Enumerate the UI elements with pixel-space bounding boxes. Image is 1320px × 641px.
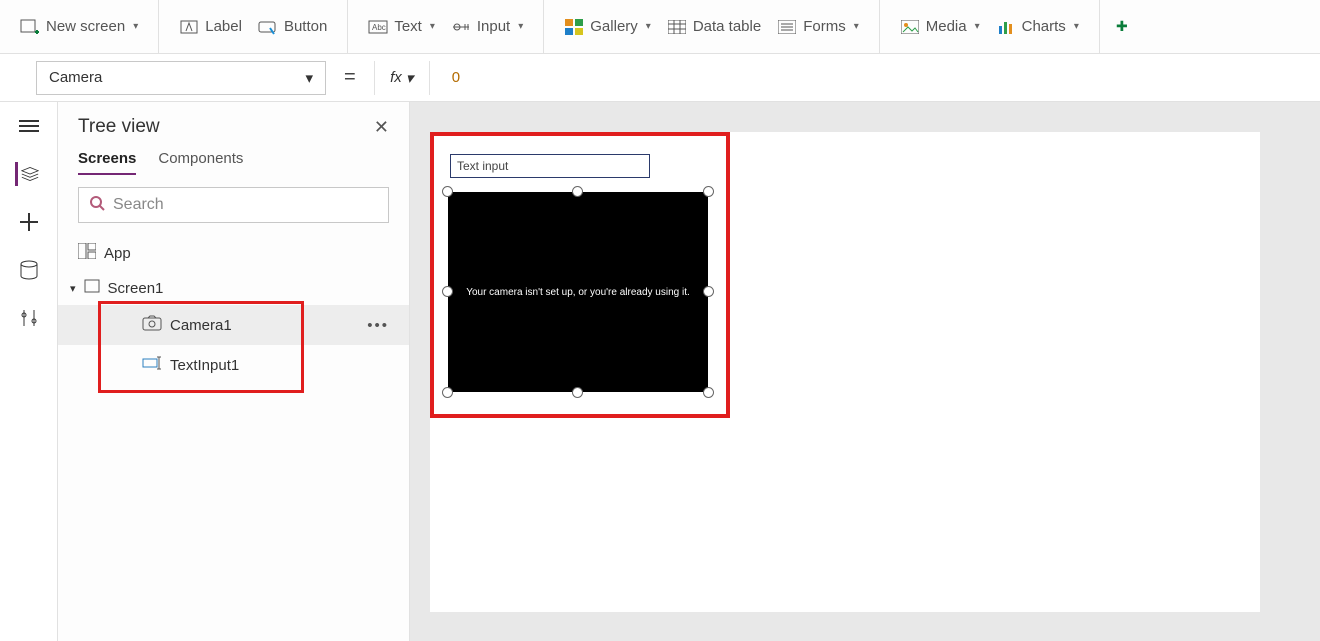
resize-handle[interactable] xyxy=(703,387,714,398)
data-table-label: Data table xyxy=(693,18,761,35)
input-icon xyxy=(451,18,471,36)
charts-label: Charts xyxy=(1022,18,1066,35)
camera-message: Your camera isn't set up, or you're alre… xyxy=(466,287,690,298)
text-input-icon xyxy=(142,356,162,374)
property-selector[interactable]: Camera ▾ xyxy=(36,61,326,95)
chevron-down-icon: ▾ xyxy=(854,21,859,32)
resize-handle[interactable] xyxy=(572,387,583,398)
app-icon xyxy=(78,243,96,263)
media-icon xyxy=(900,18,920,36)
input-dropdown[interactable]: Input ▾ xyxy=(443,14,531,40)
label-icon xyxy=(179,18,199,36)
insert-icon[interactable] xyxy=(17,210,41,234)
tree-item-app[interactable]: App xyxy=(58,235,409,271)
gallery-icon xyxy=(564,18,584,36)
tree-item-label: TextInput1 xyxy=(170,357,239,374)
tree-item-screen1[interactable]: ▾ Screen1 xyxy=(58,271,409,305)
charts-dropdown[interactable]: Charts ▾ xyxy=(988,14,1087,40)
tools-icon[interactable] xyxy=(17,306,41,330)
label-button[interactable]: Label xyxy=(171,14,250,40)
chevron-down-icon: ▾ xyxy=(133,21,138,32)
tree-search-input[interactable]: Search xyxy=(78,187,389,223)
tree-item-camera1[interactable]: Camera1 ••• xyxy=(58,305,409,345)
formula-bar: Camera ▾ = fx ▾ 0 xyxy=(0,54,1320,102)
gallery-label: Gallery xyxy=(590,18,638,35)
tree-item-textinput1[interactable]: TextInput1 xyxy=(58,345,409,385)
camera-icon xyxy=(142,315,162,335)
fx-label: fx xyxy=(390,69,402,86)
chevron-down-icon: ▾ xyxy=(406,69,414,87)
chevron-down-icon: ▾ xyxy=(518,21,523,32)
text-input-control[interactable]: Text input xyxy=(450,154,650,178)
search-placeholder: Search xyxy=(113,196,164,214)
label-text: Label xyxy=(205,18,242,35)
tree-view-panel: Tree view ✕ Screens Components Search Ap… xyxy=(58,102,410,641)
search-icon xyxy=(89,195,105,216)
resize-handle[interactable] xyxy=(442,186,453,197)
button-button[interactable]: Button xyxy=(250,14,335,40)
chevron-down-icon: ▾ xyxy=(430,21,435,32)
left-rail xyxy=(0,102,58,641)
charts-icon xyxy=(996,18,1016,36)
new-screen-button[interactable]: New screen ▾ xyxy=(12,14,146,40)
insert-ribbon: New screen ▾ Label Button Abc Text ▾ xyxy=(0,0,1320,54)
gallery-dropdown[interactable]: Gallery ▾ xyxy=(556,14,659,40)
svg-text:Abc: Abc xyxy=(372,23,386,32)
tree-item-label: Camera1 xyxy=(170,317,232,334)
chevron-down-icon[interactable]: ▾ xyxy=(70,282,76,295)
input-label: Input xyxy=(477,18,510,35)
fx-button[interactable]: fx ▾ xyxy=(374,61,430,95)
forms-label: Forms xyxy=(803,18,846,35)
canvas-area: Text input Your camera isn't set up, or … xyxy=(410,102,1320,641)
media-label: Media xyxy=(926,18,967,35)
resize-handle[interactable] xyxy=(703,186,714,197)
more-icon[interactable]: ••• xyxy=(367,317,389,334)
tree-view-title: Tree view xyxy=(78,116,160,138)
chevron-down-icon: ▾ xyxy=(1074,21,1079,32)
tree-item-label: App xyxy=(104,245,131,262)
property-name: Camera xyxy=(49,69,102,86)
camera-control[interactable]: Your camera isn't set up, or you're alre… xyxy=(448,192,708,392)
text-label: Text xyxy=(394,18,422,35)
chevron-down-icon: ▾ xyxy=(305,69,313,87)
forms-dropdown[interactable]: Forms ▾ xyxy=(769,14,867,40)
new-screen-label: New screen xyxy=(46,18,125,35)
forms-icon xyxy=(777,18,797,36)
data-table-icon xyxy=(667,18,687,36)
data-table-button[interactable]: Data table xyxy=(659,14,769,40)
tree-item-label: Screen1 xyxy=(108,280,164,297)
resize-handle[interactable] xyxy=(572,186,583,197)
close-icon[interactable]: ✕ xyxy=(374,117,389,138)
resize-handle[interactable] xyxy=(442,387,453,398)
button-icon xyxy=(258,18,278,36)
new-screen-icon xyxy=(20,18,40,36)
media-dropdown[interactable]: Media ▾ xyxy=(892,14,988,40)
button-text: Button xyxy=(284,18,327,35)
formula-value: 0 xyxy=(452,69,460,86)
text-icon: Abc xyxy=(368,18,388,36)
resize-handle[interactable] xyxy=(442,286,453,297)
chevron-down-icon: ▾ xyxy=(975,21,980,32)
add-icon[interactable]: ✚ xyxy=(1112,18,1132,36)
tab-screens[interactable]: Screens xyxy=(78,150,136,175)
resize-handle[interactable] xyxy=(703,286,714,297)
equals-sign: = xyxy=(344,66,356,89)
hamburger-icon[interactable] xyxy=(17,114,41,138)
text-dropdown[interactable]: Abc Text ▾ xyxy=(360,14,443,40)
tree-view-icon[interactable] xyxy=(15,162,39,186)
text-input-value: Text input xyxy=(457,159,508,173)
screen-icon xyxy=(84,279,100,297)
data-icon[interactable] xyxy=(17,258,41,282)
formula-input[interactable]: 0 xyxy=(440,61,1296,95)
tab-components[interactable]: Components xyxy=(158,150,243,175)
chevron-down-icon: ▾ xyxy=(646,21,651,32)
screen-canvas[interactable]: Text input Your camera isn't set up, or … xyxy=(430,132,1260,612)
